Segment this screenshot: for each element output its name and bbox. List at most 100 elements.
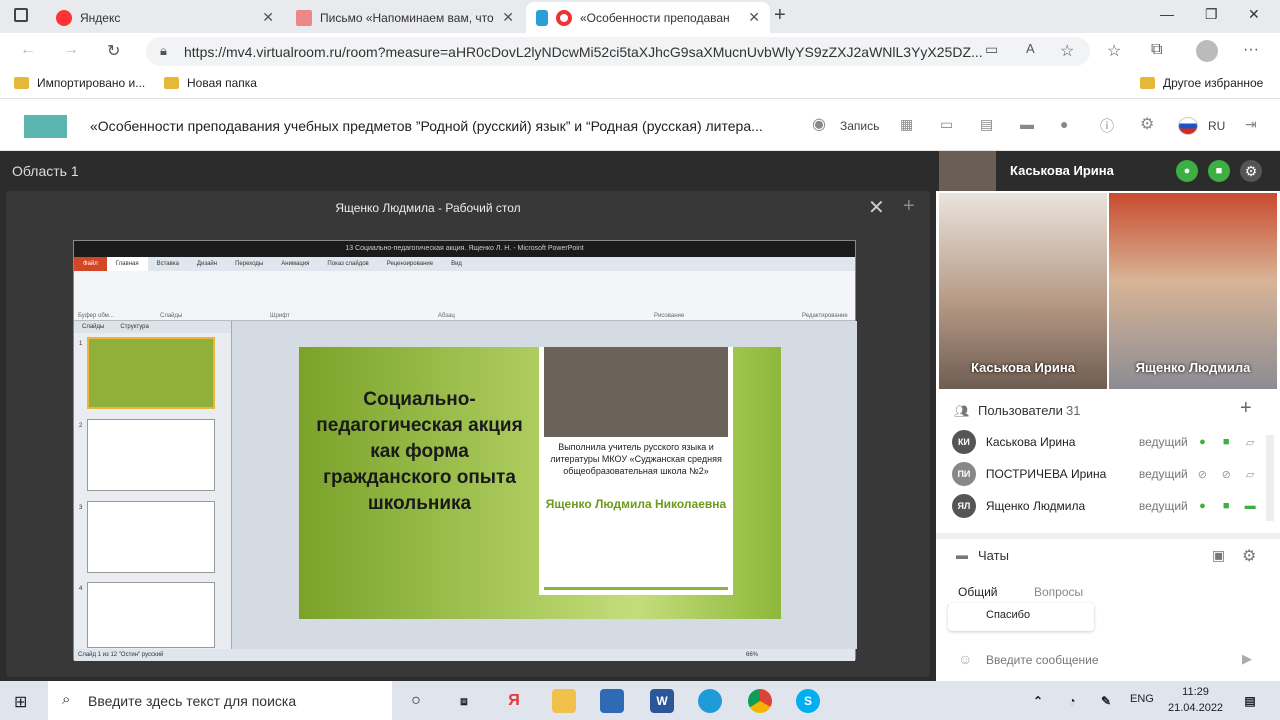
slide-thumbnail[interactable] xyxy=(87,337,215,409)
ppt-tab-home[interactable]: Главная xyxy=(106,257,148,271)
user-row[interactable]: ПИ ПОСТРИЧЕВА Ирина ведущий ⊘ ⊘ ▱ xyxy=(952,459,1262,489)
chat-input[interactable]: Введите сообщение xyxy=(986,653,1099,667)
back-icon[interactable]: ← xyxy=(20,41,36,59)
yandex-browser-icon[interactable]: Я xyxy=(502,689,526,713)
record-icon[interactable]: ◉ xyxy=(812,114,826,134)
mic-on-icon[interactable]: ● xyxy=(1190,500,1214,512)
tab-virtualroom[interactable]: «Особенности преподаван ✕ xyxy=(526,2,770,33)
notifications-icon[interactable]: ▤ xyxy=(1238,689,1262,713)
add-favorite-icon[interactable]: ☆ xyxy=(1060,41,1074,61)
cortana-icon[interactable]: ○ xyxy=(404,689,428,713)
microphone-icon[interactable]: ● xyxy=(1176,160,1198,182)
close-window-icon[interactable]: ✕ xyxy=(1248,6,1260,23)
user-row[interactable]: КИ Каськова Ирина ведущий ● ■ ▱ xyxy=(952,427,1262,457)
send-icon[interactable]: ▶ xyxy=(1242,651,1252,667)
ppt-tab-insert[interactable]: Вставка xyxy=(148,257,188,271)
screen-on-icon[interactable]: ▬ xyxy=(1238,500,1262,512)
record-label[interactable]: Запись xyxy=(840,119,879,133)
forward-icon[interactable]: → xyxy=(63,41,79,59)
store-icon[interactable] xyxy=(600,689,624,713)
ppt-tab-review[interactable]: Рецензирование xyxy=(378,257,442,271)
video-tile[interactable]: Ященко Людмила xyxy=(1109,193,1277,389)
close-tab-icon[interactable]: ✕ xyxy=(262,9,274,26)
camera-on-icon[interactable]: ■ xyxy=(1214,436,1238,448)
settings-gear-icon[interactable]: ⚙ xyxy=(1140,114,1154,134)
ppt-zoom-level[interactable]: 66% xyxy=(746,649,758,661)
read-aloud-icon[interactable]: A xyxy=(1026,41,1035,56)
users-scrollbar[interactable] xyxy=(1266,435,1274,521)
tab-yandex[interactable]: Яндекс ✕ xyxy=(46,2,284,33)
chat-settings-icon[interactable]: ⚙ xyxy=(1242,546,1256,566)
info-icon[interactable]: ⓘ xyxy=(1100,116,1114,136)
new-tab-icon[interactable]: + xyxy=(774,4,786,27)
task-view-icon[interactable]: ⧈ xyxy=(452,689,476,713)
layout-grid-icon[interactable]: ▦ xyxy=(900,116,913,133)
settings-gear-icon[interactable]: ⚙ xyxy=(1240,160,1262,182)
slide-thumbnail[interactable] xyxy=(87,582,215,648)
edge-icon[interactable] xyxy=(698,689,722,713)
tab-mail[interactable]: Письмо «Напоминаем вам, что ✕ xyxy=(286,2,524,33)
user-name: ПОСТРИЧЕВА Ирина xyxy=(985,467,1107,481)
add-user-icon[interactable]: + xyxy=(1240,397,1252,420)
profile-avatar[interactable] xyxy=(1196,40,1218,62)
close-share-icon[interactable]: ✕ xyxy=(868,195,885,220)
ppt-tab-animation[interactable]: Анимация xyxy=(272,257,318,271)
bookmark-other[interactable]: Другое избранное xyxy=(1140,76,1263,90)
network-icon[interactable]: ◔ xyxy=(1060,689,1084,713)
minimize-icon[interactable]: — xyxy=(1160,6,1174,22)
close-tab-icon[interactable]: ✕ xyxy=(748,9,760,26)
ppt-tab-design[interactable]: Дизайн xyxy=(188,257,226,271)
user-row[interactable]: ЯЛ Ященко Людмила ведущий ● ■ ▬ xyxy=(952,491,1262,521)
skype-icon[interactable]: S xyxy=(796,689,820,713)
word-icon[interactable]: W xyxy=(650,689,674,713)
language-label[interactable]: RU xyxy=(1208,119,1225,133)
sidebar-toggle-icon[interactable] xyxy=(14,8,28,22)
ppt-tab-view[interactable]: Вид xyxy=(442,257,471,271)
show-hidden-icons-icon[interactable]: ⌃ xyxy=(1026,689,1050,713)
camera-off-icon[interactable]: ⊘ xyxy=(1214,468,1238,481)
ppt-tab-slideshow[interactable]: Показ слайдов xyxy=(318,257,377,271)
files-folder-icon[interactable]: ▬ xyxy=(1020,116,1034,132)
video-tile[interactable]: Каськова Ирина xyxy=(939,193,1107,389)
input-language[interactable]: ENG xyxy=(1130,693,1154,705)
slide-thumbnail[interactable] xyxy=(87,419,215,491)
mic-on-icon[interactable]: ● xyxy=(1190,436,1214,448)
camera-on-icon[interactable]: ■ xyxy=(1214,500,1238,512)
file-explorer-icon[interactable] xyxy=(552,689,576,713)
panel-divider[interactable] xyxy=(936,533,1280,539)
add-area-icon[interactable]: + xyxy=(903,195,915,218)
favorites-icon[interactable]: ☆ xyxy=(1107,41,1121,61)
close-tab-icon[interactable]: ✕ xyxy=(502,9,514,26)
url-input[interactable]: 🔒︎ https://mv4.virtualroom.ru/room?measu… xyxy=(146,37,1090,66)
ppt-tab-transitions[interactable]: Переходы xyxy=(226,257,272,271)
russian-flag-icon[interactable] xyxy=(1178,117,1198,135)
screen-off-icon[interactable]: ▱ xyxy=(1238,468,1262,481)
windows-start-icon[interactable]: ⊞ xyxy=(14,692,27,712)
exit-icon[interactable]: ⇥ xyxy=(1245,116,1257,133)
camera-icon[interactable]: ▭ xyxy=(985,41,998,58)
document-icon[interactable]: ▤ xyxy=(980,116,993,133)
ppt-pane-tab-outline[interactable]: Структура xyxy=(112,321,156,333)
more-menu-icon[interactable]: ··· xyxy=(1243,41,1259,59)
camera-toggle-icon[interactable]: ■ xyxy=(1208,160,1230,182)
restore-icon[interactable]: ❐ xyxy=(1205,6,1218,23)
tab-questions[interactable]: Вопросы xyxy=(1034,585,1083,599)
bookmark-imported[interactable]: Импортировано и... xyxy=(14,76,145,90)
mic-off-icon[interactable]: ⊘ xyxy=(1190,468,1214,481)
screen-share-icon[interactable]: ▭ xyxy=(940,116,953,133)
taskbar-search[interactable]: ⌕ Введите здесь текст для поиска xyxy=(48,681,392,720)
emoji-icon[interactable]: ☺ xyxy=(958,651,972,667)
bookmark-new-folder[interactable]: Новая папка xyxy=(164,76,257,90)
collections-icon[interactable]: ⧉ xyxy=(1151,41,1162,59)
ppt-tab-file[interactable]: Файл xyxy=(74,257,107,271)
chrome-icon[interactable] xyxy=(748,689,772,713)
ppt-pane-tab-slides[interactable]: Слайды xyxy=(74,321,112,333)
slide-thumbnail[interactable] xyxy=(87,501,215,573)
chat-window-icon[interactable]: ▣ xyxy=(1212,547,1225,564)
users-icon[interactable]: ● xyxy=(1060,116,1068,132)
pen-icon[interactable]: ✎ xyxy=(1094,689,1118,713)
clock[interactable]: 11:29 21.04.2022 xyxy=(1168,684,1223,716)
reload-icon[interactable]: ↻ xyxy=(107,41,120,61)
screen-off-icon[interactable]: ▱ xyxy=(1238,436,1262,449)
tab-general-chat[interactable]: Общий xyxy=(958,585,998,599)
